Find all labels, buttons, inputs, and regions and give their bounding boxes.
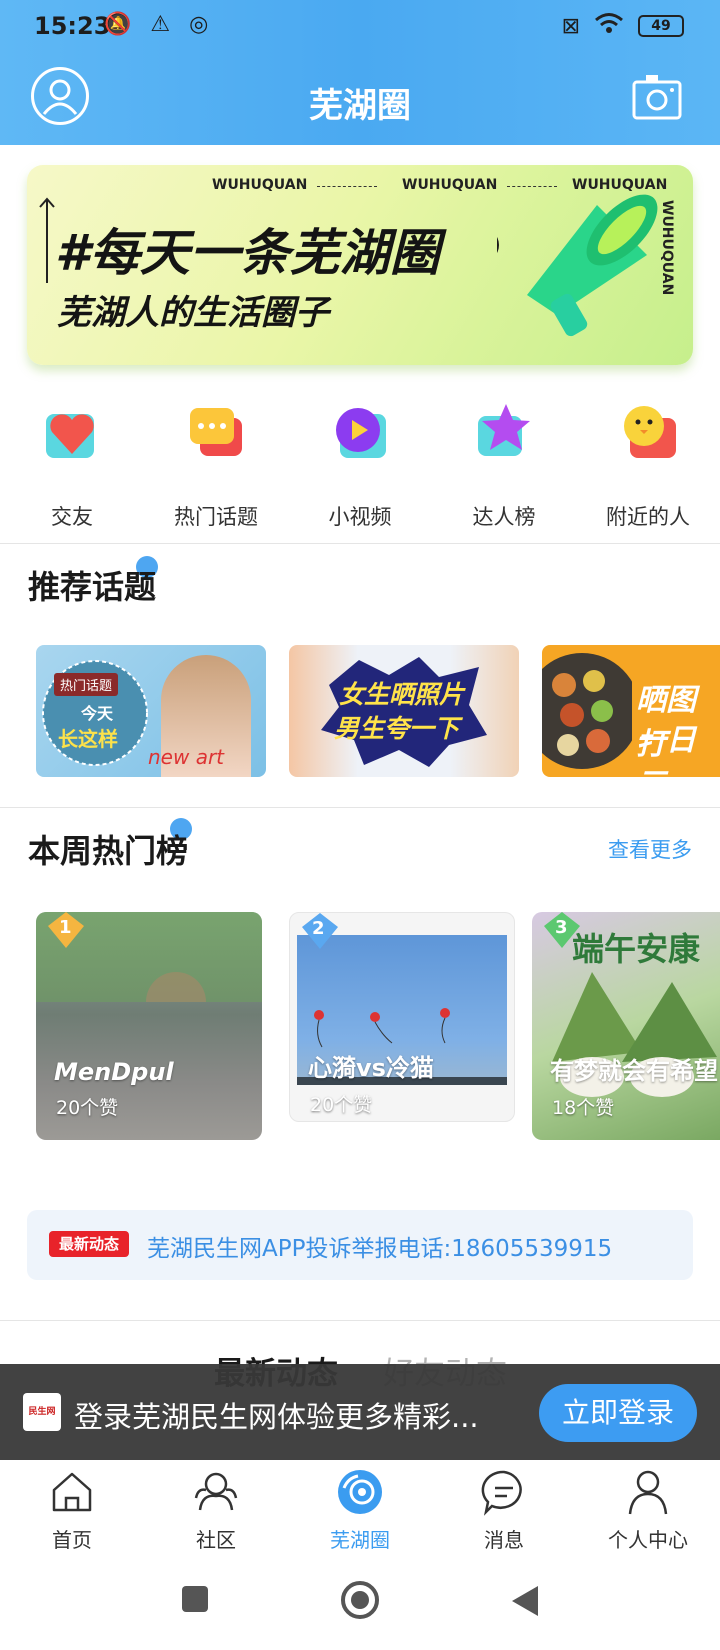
page-title: 芜湖圈 <box>309 86 411 126</box>
ticker-text: 芜湖民生网APP投诉举报电话:18605539915 <box>147 1236 613 1262</box>
view-more-link[interactable]: 查看更多 <box>608 834 692 864</box>
recents-icon[interactable] <box>180 1584 210 1614</box>
menu-label: 热门话题 <box>174 505 258 529</box>
nav-label: 社区 <box>196 1528 236 1552</box>
divider <box>0 807 720 808</box>
rank-likes: 20个赞 <box>56 1097 119 1119</box>
topic-line2: 长这样 <box>58 727 118 751</box>
login-prompt-bar: 民生网 登录芜湖民生网体验更多精彩... 立即登录 <box>0 1364 720 1460</box>
rank-name: 有梦就会有希望 <box>550 1057 718 1085</box>
rank-number: 2 <box>312 918 325 939</box>
banner-subline: 芜湖人的生活圈子 <box>57 293 329 333</box>
banner-side-text: WUHUQUAN <box>659 200 675 296</box>
rank-likes: 18个赞 <box>552 1097 615 1119</box>
topic-card[interactable]: 晒图打 一日三 <box>542 645 720 777</box>
topic-line2: 一日三 <box>636 723 696 777</box>
menu-item-short-video[interactable]: 小视频 <box>288 400 432 531</box>
heart-icon <box>46 414 94 458</box>
login-prompt-text: 登录芜湖民生网体验更多精彩... <box>74 1400 479 1434</box>
rank-name: 心漪vs冷猫 <box>308 1054 434 1082</box>
topic-food-image <box>542 653 632 769</box>
banner-tag: WUHUQUAN <box>212 177 308 193</box>
home-circle-icon[interactable] <box>340 1580 380 1620</box>
community-icon <box>194 1472 238 1511</box>
banner-divider <box>317 186 377 187</box>
banner-headline: #每天一条芜湖圈 <box>55 224 440 282</box>
banner-tag: WUHUQUAN <box>402 177 498 193</box>
nav-wuhu-circle[interactable]: 芜湖圈 <box>288 1468 432 1553</box>
divider <box>0 543 720 544</box>
status-icons-right: ⊠ 49 <box>562 12 684 40</box>
chat-bubble-icon <box>190 408 242 456</box>
nav-label: 个人中心 <box>608 1528 688 1552</box>
bottom-nav: 首页 社区 芜湖圈 消息 个人中心 <box>0 1460 720 1560</box>
system-nav-bar <box>0 1560 720 1650</box>
topic-line1: 女生晒照片 <box>339 680 465 709</box>
megaphone-icon <box>497 194 658 337</box>
nav-community[interactable]: 社区 <box>144 1468 288 1553</box>
menu-label: 达人榜 <box>472 505 536 529</box>
topic-line2: 男生夸一下 <box>334 714 460 743</box>
circle-icon <box>338 1470 382 1514</box>
app-logo: 民生网 <box>23 1393 61 1431</box>
nav-label: 首页 <box>52 1528 92 1552</box>
menu-item-friends[interactable]: 交友 <box>0 400 144 531</box>
nav-home[interactable]: 首页 <box>0 1468 144 1553</box>
status-bar: 15:23 🔕 ⚠ ◎ ⊠ 49 <box>0 0 720 52</box>
star-icon <box>478 404 530 456</box>
topic-line1: 今天 <box>81 704 114 723</box>
topic-badge: 热门话题 <box>54 673 119 696</box>
camera-icon <box>632 75 682 120</box>
menu-label: 小视频 <box>328 505 392 529</box>
rank-overlay-text: 端午安康 <box>572 930 701 968</box>
home-icon <box>52 1472 92 1512</box>
camera-button[interactable] <box>632 72 682 122</box>
rank-number: 1 <box>59 917 72 938</box>
wifi-icon <box>594 12 624 40</box>
menu-item-talent-ranking[interactable]: 达人榜 <box>432 400 576 531</box>
play-icon <box>336 408 386 458</box>
menu-item-nearby[interactable]: 附近的人 <box>576 400 720 531</box>
login-button[interactable]: 立即登录 <box>539 1384 697 1442</box>
topic-script: new art <box>148 745 225 769</box>
menu-item-hot-topics[interactable]: 热门话题 <box>144 400 288 531</box>
rank-name: MenDpul <box>54 1058 174 1086</box>
nav-label: 消息 <box>484 1528 524 1552</box>
nav-profile[interactable]: 个人中心 <box>576 1468 720 1553</box>
app-header: 15:23 🔕 ⚠ ◎ ⊠ 49 芜湖圈 <box>0 0 720 145</box>
notification-icons: 🔕 ⚠ ◎ <box>104 12 215 37</box>
rank-card[interactable]: 1 MenDpul 20个赞 <box>36 912 262 1140</box>
rank-likes: 20个赞 <box>310 1094 373 1116</box>
weekly-hot-title: 本周热门榜 <box>28 832 189 870</box>
news-ticker[interactable]: 最新动态 芜湖民生网APP投诉举报电话:18605539915 <box>27 1210 693 1280</box>
chick-icon <box>624 406 676 458</box>
nav-messages[interactable]: 消息 <box>432 1468 576 1553</box>
rank-card[interactable]: 2 心漪vs冷猫 20个赞 <box>289 912 515 1122</box>
menu-label: 附近的人 <box>606 505 690 529</box>
quick-menu: 交友 热门话题 小视频 达人榜 附近的人 <box>0 400 720 529</box>
arrow-up-icon <box>39 197 55 283</box>
status-time: 15:23 <box>34 12 111 40</box>
battery-icon: 49 <box>638 15 684 37</box>
back-icon[interactable] <box>510 1584 540 1618</box>
rank-number: 3 <box>555 917 568 938</box>
rank-card[interactable]: 端午安康 3 有梦就会有希望 18个赞 <box>532 912 720 1140</box>
ticker-badge: 最新动态 <box>49 1231 130 1257</box>
sim-icon: ⊠ <box>561 13 580 39</box>
promo-banner[interactable]: WUHUQUAN WUHUQUAN WUHUQUAN #每天一条芜湖圈 芜湖人的… <box>27 165 693 365</box>
divider <box>0 1320 720 1321</box>
menu-label: 交友 <box>51 505 93 529</box>
topic-card[interactable]: 热门话题 今天 长这样 new art <box>36 645 266 777</box>
nav-label: 芜湖圈 <box>330 1528 390 1552</box>
message-icon <box>481 1470 522 1516</box>
recommended-topics-title: 推荐话题 <box>28 568 157 606</box>
topic-card[interactable]: 女生晒照片 男生夸一下 <box>289 645 519 777</box>
profile-icon <box>628 1470 668 1515</box>
